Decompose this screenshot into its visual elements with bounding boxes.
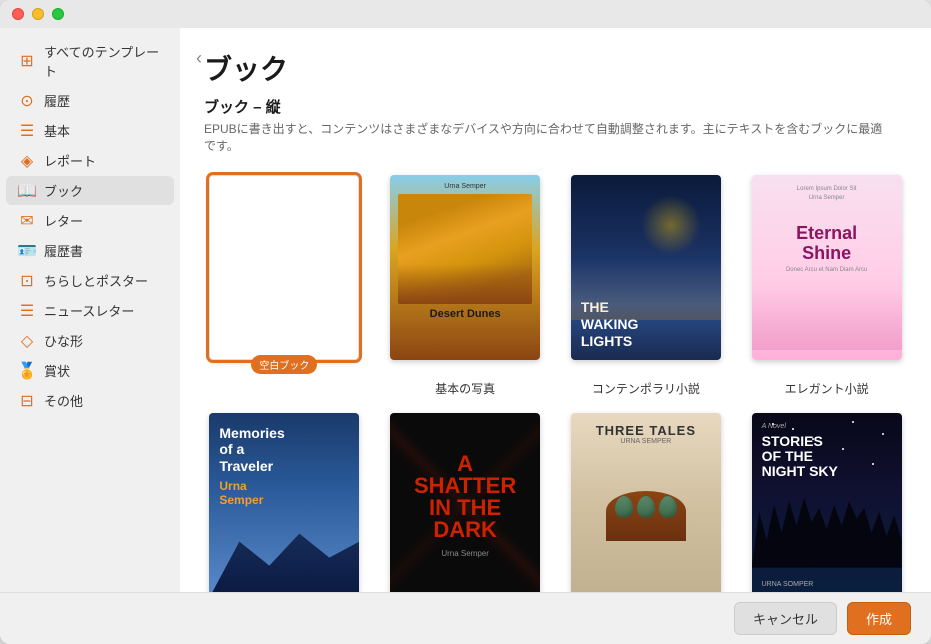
sidebar-label-all-templates: すべてのテンプレート (44, 42, 162, 80)
sidebar: ⊞ すべてのテンプレート ⊙ 履歴 ☰ 基本 ◈ レポート 📖 ブック ✉ レター 🪪 履歴書 ⊡ ちらしとポ… (0, 28, 180, 592)
sidebar-icon-basic: ☰ (18, 122, 36, 140)
memories-author: UrnaSemper (219, 479, 349, 507)
eternal-shine-thumb: Lorem Ipsum Dolor SitUrna Semper Eternal… (752, 175, 902, 360)
sidebar-icon-all-templates: ⊞ (18, 52, 36, 70)
maximize-button[interactable] (52, 8, 64, 20)
sidebar-item-report[interactable]: ◈ レポート (6, 146, 174, 175)
three-tales-author: URNA SEMPER (620, 438, 671, 445)
template-label: エレガント小説 (785, 380, 869, 397)
desert-image (398, 194, 532, 304)
egg-1 (615, 496, 633, 518)
sidebar-label-basic: 基本 (44, 121, 70, 140)
template-label: コンテンポラリ小説 (592, 380, 700, 397)
desert-dunes-thumb: Urna Semper Desert Dunes (390, 175, 540, 360)
sidebar-item-certificate[interactable]: 🏅 賞状 (6, 356, 174, 385)
shatter-author: Urna Semper (441, 549, 489, 558)
sidebar-item-origami[interactable]: ◇ ひな形 (6, 326, 174, 355)
sidebar-item-other[interactable]: ⊟ その他 (6, 386, 174, 415)
memories-thumb: Memoriesof aTraveler UrnaSemper (209, 413, 359, 592)
template-memories[interactable]: Memoriesof aTraveler UrnaSemper 私小説 (204, 413, 365, 592)
sidebar-icon-letter: ✉ (18, 212, 36, 230)
sidebar-icon-newsletter: ☰ (18, 302, 36, 320)
three-tales-title: THREE TALES (596, 423, 696, 438)
content-area: ‹ ブック ブック – 縦 EPUBに書き出すと、コンテンツはさまざまなデバイス… (180, 28, 931, 592)
sidebar-item-newsletter[interactable]: ☰ ニュースレター (6, 296, 174, 325)
shatter-title: ASHATTERIN THEDARK (414, 453, 516, 541)
sidebar-item-basic[interactable]: ☰ 基本 (6, 116, 174, 145)
nest (606, 491, 686, 541)
waking-lights-thumb: THEWAKINGLIGHTS (571, 175, 721, 360)
footer: キャンセル 作成 (0, 592, 931, 644)
cover-publisher: Urna Semper (398, 183, 532, 190)
section-description: EPUBに書き出すと、コンテンツはさまざまなデバイスや方向に合わせて自動調整され… (204, 121, 884, 155)
sidebar-icon-report: ◈ (18, 152, 36, 170)
city-lights (571, 260, 721, 320)
sidebar-label-other: その他 (44, 391, 83, 410)
nest-area (606, 445, 686, 588)
sidebar-icon-origami: ◇ (18, 332, 36, 350)
sidebar-item-history[interactable]: ⊙ 履歴 (6, 86, 174, 115)
template-blank[interactable]: 空白ブック (204, 175, 365, 397)
sidebar-item-all-templates[interactable]: ⊞ すべてのテンプレート (6, 37, 174, 85)
sidebar-icon-other: ⊟ (18, 392, 36, 410)
sidebar-item-book[interactable]: 📖 ブック (6, 176, 174, 205)
night-sky-thumb: A Novel STORIESOF THENIGHT SKY URNA SOMP… (752, 413, 902, 592)
sidebar-icon-flyer: ⊡ (18, 272, 36, 290)
minimize-button[interactable] (32, 8, 44, 20)
sidebar-icon-history: ⊙ (18, 92, 36, 110)
blank-book-thumb (209, 175, 359, 360)
template-desert-dunes[interactable]: Urna Semper Desert Dunes 基本の写真 (385, 175, 546, 397)
sidebar-label-certificate: 賞状 (44, 361, 70, 380)
titlebar (0, 0, 931, 28)
sidebar-label-origami: ひな形 (44, 331, 83, 350)
shatter-thumb: ASHATTERIN THEDARK Urna Semper (390, 413, 540, 592)
template-night-sky[interactable]: A Novel STORIESOF THENIGHT SKY URNA SOMP… (746, 413, 907, 592)
template-shatter[interactable]: ASHATTERIN THEDARK Urna Semper 先鋭的小説 (385, 413, 546, 592)
egg-2 (637, 496, 655, 518)
templates-grid: 空白ブック Urna Semper Desert Dunes 基本の写真 (204, 175, 907, 592)
back-button[interactable]: ‹ (188, 44, 210, 73)
night-sky-author: URNA SOMPER (762, 581, 814, 588)
sidebar-label-resume: 履歴書 (44, 241, 83, 260)
desert-title: Desert Dunes (398, 308, 532, 320)
sidebar-icon-certificate: 🏅 (18, 362, 36, 380)
sidebar-label-flyer: ちらしとポスター (44, 271, 148, 290)
template-label: 基本の写真 (435, 380, 495, 397)
sidebar-icon-resume: 🪪 (18, 242, 36, 260)
create-button[interactable]: 作成 (847, 602, 911, 635)
template-three-tales[interactable]: THREE TALES URNA SEMPER シンプルな小説 (566, 413, 727, 592)
sidebar-label-history: 履歴 (44, 91, 70, 110)
sidebar-label-book: ブック (44, 181, 83, 200)
page-title: ブック (204, 48, 907, 88)
main-window: ⊞ すべてのテンプレート ⊙ 履歴 ☰ 基本 ◈ レポート 📖 ブック ✉ レター 🪪 履歴書 ⊡ ちらしとポ… (0, 0, 931, 644)
section-title: ブック – 縦 (204, 96, 907, 117)
sidebar-item-flyer[interactable]: ⊡ ちらしとポスター (6, 266, 174, 295)
template-eternal-shine[interactable]: Lorem Ipsum Dolor SitUrna Semper Eternal… (746, 175, 907, 397)
sidebar-item-resume[interactable]: 🪪 履歴書 (6, 236, 174, 265)
main-content: ⊞ すべてのテンプレート ⊙ 履歴 ☰ 基本 ◈ レポート 📖 ブック ✉ レター 🪪 履歴書 ⊡ ちらしとポ… (0, 28, 931, 592)
sidebar-label-letter: レター (44, 211, 83, 230)
sidebar-item-letter[interactable]: ✉ レター (6, 206, 174, 235)
memories-title: Memoriesof aTraveler (219, 425, 349, 475)
close-button[interactable] (12, 8, 24, 20)
cover-meta: Lorem Ipsum Dolor SitUrna Semper (797, 185, 857, 204)
eternal-title: EternalShine (796, 224, 857, 264)
mountain-decoration (209, 518, 359, 592)
sidebar-label-report: レポート (44, 151, 96, 170)
trees-decoration (752, 498, 902, 568)
blank-book-badge: 空白ブック (251, 355, 317, 374)
sidebar-label-newsletter: ニュースレター (44, 301, 134, 320)
template-waking-lights[interactable]: THEWAKINGLIGHTS コンテンポラリ小説 (566, 175, 727, 397)
egg-3 (659, 496, 677, 518)
cancel-button[interactable]: キャンセル (734, 602, 837, 635)
stars-decoration (752, 413, 902, 493)
cover-sub: Donec Arcu et Nam Diam Arcu (786, 267, 867, 273)
sidebar-icon-book: 📖 (18, 182, 36, 200)
three-tales-thumb: THREE TALES URNA SEMPER (571, 413, 721, 592)
flower-decoration (752, 290, 902, 350)
